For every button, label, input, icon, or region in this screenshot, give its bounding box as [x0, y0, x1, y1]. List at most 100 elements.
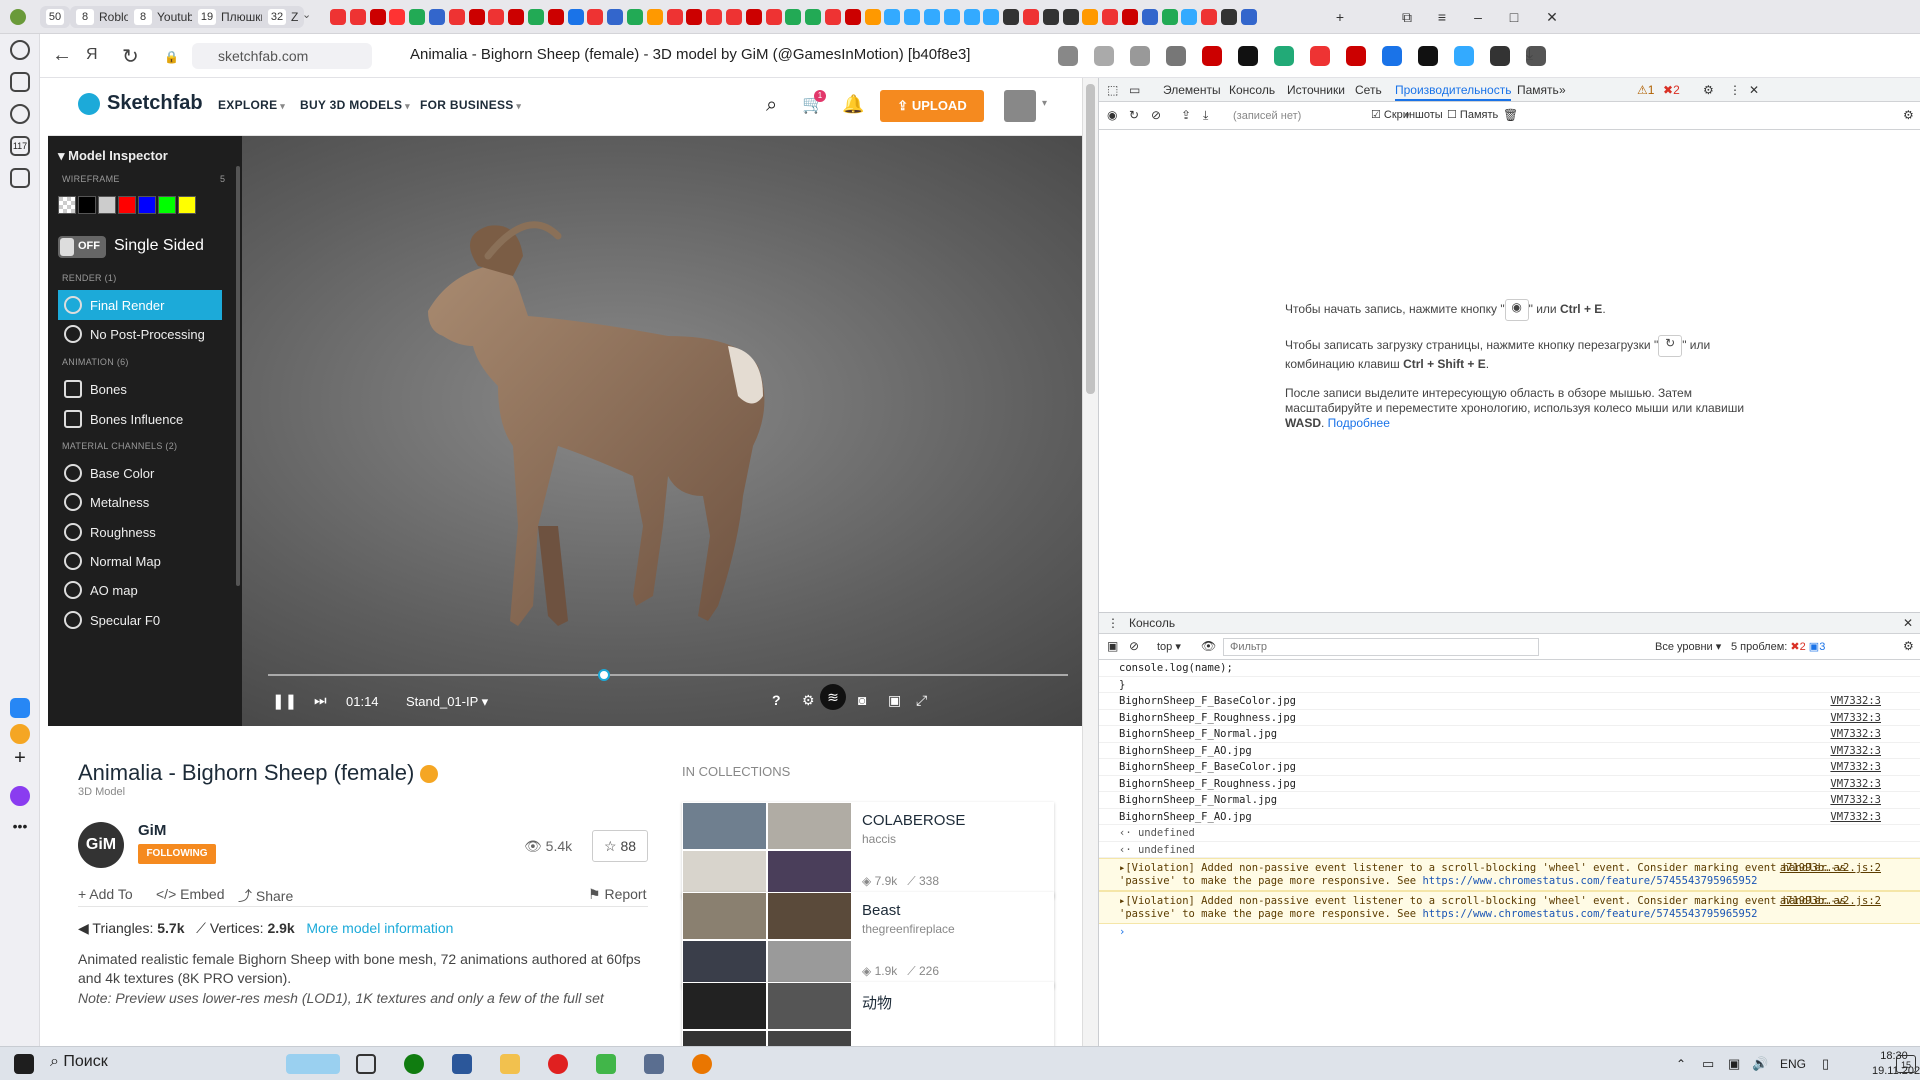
- errors-count[interactable]: ✖2: [1663, 83, 1680, 97]
- log-source-link[interactable]: VM7332:3: [1830, 776, 1881, 793]
- vk-icon[interactable]: [10, 698, 30, 718]
- violation-link[interactable]: https://www.chromestatus.com/feature/574…: [1422, 908, 1757, 920]
- pinned-tab-favicon-icon[interactable]: [924, 9, 940, 25]
- next-animation-icon[interactable]: ⏭: [314, 692, 327, 709]
- wireframe-color-transparent[interactable]: [58, 196, 76, 214]
- tray-volume-icon[interactable]: 🔊: [1752, 1056, 1768, 1072]
- windows-start-icon[interactable]: [14, 1054, 34, 1074]
- notifications-icon[interactable]: 🔔: [842, 94, 864, 115]
- pinned-tab-favicon-icon[interactable]: [646, 9, 663, 25]
- collection-user[interactable]: thegreenfireplace: [862, 922, 955, 936]
- device-toolbar-icon[interactable]: ▭: [1129, 83, 1140, 97]
- anim-bones[interactable]: Bones: [58, 374, 222, 404]
- collection-card[interactable]: Beast thegreenfireplace ◈ 1.9k ⟋ 226: [682, 892, 1054, 988]
- capture-settings-icon[interactable]: ⚙: [1903, 108, 1914, 122]
- pinned-tab-favicon-icon[interactable]: [686, 9, 703, 25]
- more-icon[interactable]: •••: [10, 818, 30, 838]
- pinned-tab-favicon-icon[interactable]: [666, 9, 683, 25]
- notification-center-icon[interactable]: 15: [1896, 1055, 1916, 1073]
- browser-extension-icon[interactable]: [1418, 46, 1438, 66]
- taskbar-search[interactable]: ⌕ Поиск: [50, 1053, 280, 1075]
- browser-extension-icon[interactable]: [1382, 46, 1402, 66]
- pinned-tab-favicon-icon[interactable]: [468, 9, 485, 25]
- browser-extension-icon[interactable]: [1490, 46, 1510, 66]
- nav-buy-3d-models[interactable]: BUY 3D MODELS: [300, 98, 410, 112]
- live-expression-eye-icon[interactable]: 👁: [1201, 639, 1216, 653]
- log-source-link[interactable]: VM7332:3: [1830, 792, 1881, 809]
- vr-icon[interactable]: ◙: [858, 692, 866, 708]
- xbox-icon[interactable]: [404, 1054, 424, 1074]
- record-icon[interactable]: ◉: [1107, 108, 1117, 122]
- inspector-title[interactable]: ▾ Model Inspector: [58, 148, 168, 164]
- tab-memory[interactable]: Память: [1517, 83, 1559, 97]
- powershell-icon[interactable]: [452, 1054, 472, 1074]
- tray-network-icon[interactable]: ▭: [1702, 1056, 1714, 1072]
- blender-icon[interactable]: [692, 1054, 712, 1074]
- calendar-icon[interactable]: 117: [10, 136, 30, 156]
- pinned-tab-favicon-icon[interactable]: [567, 9, 584, 25]
- pinned-tab-favicon-icon[interactable]: [369, 9, 386, 25]
- tab-console[interactable]: Консоль: [1229, 83, 1275, 97]
- media-icon[interactable]: [10, 104, 30, 124]
- pause-icon[interactable]: ❚❚: [272, 692, 297, 710]
- pinned-tab-favicon-icon[interactable]: [904, 9, 921, 25]
- pinned-tab-favicon-icon[interactable]: [587, 9, 604, 25]
- nav-for-business[interactable]: FOR BUSINESS: [420, 98, 521, 112]
- console-settings-icon[interactable]: ⚙: [1903, 639, 1914, 653]
- report-button[interactable]: ⚑ Report: [588, 886, 646, 903]
- garbage-collect-icon[interactable]: 🗑: [1503, 108, 1518, 122]
- console-violation[interactable]: ▸[Violation] Added non-passive event lis…: [1099, 858, 1920, 891]
- collection-card[interactable]: COLABEROSE haccis ◈ 7.9k ⟋ 338: [682, 802, 1054, 898]
- collection-name[interactable]: 动物: [862, 992, 892, 1013]
- tray-display-icon[interactable]: ▣: [1728, 1056, 1740, 1072]
- tray-battery-icon[interactable]: ▯: [1822, 1056, 1829, 1072]
- pinned-tab-favicon-icon[interactable]: [765, 9, 782, 25]
- collection-name[interactable]: COLABEROSE: [862, 812, 965, 829]
- clear-console-icon[interactable]: ⊘: [1129, 639, 1139, 653]
- search-icon[interactable]: ⌕: [766, 94, 777, 117]
- weather-widget-icon[interactable]: [286, 1054, 340, 1074]
- pinned-tab-favicon-icon[interactable]: [1201, 9, 1218, 25]
- console-violation[interactable]: ▸[Violation] Added non-passive event lis…: [1099, 891, 1920, 924]
- yandex-icon[interactable]: Я: [86, 46, 98, 64]
- devtools-settings-icon[interactable]: ⚙: [1703, 83, 1714, 97]
- close-window-button[interactable]: ✕: [1540, 6, 1564, 28]
- mat-metalness[interactable]: Metalness: [58, 487, 222, 517]
- pinned-tab-favicon-icon[interactable]: [805, 9, 822, 25]
- more-model-information-link[interactable]: More model information: [306, 920, 453, 936]
- pinned-tab-favicon-icon[interactable]: [1003, 9, 1020, 25]
- author-avatar[interactable]: GiM: [78, 822, 124, 868]
- pinned-tab-favicon-icon[interactable]: [884, 9, 901, 25]
- clear-icon[interactable]: ⊘: [1151, 108, 1161, 122]
- page-scrollbar[interactable]: [1082, 78, 1098, 1046]
- log-source-link[interactable]: VM7332:3: [1830, 743, 1881, 760]
- inspect-element-icon[interactable]: ⬚: [1107, 83, 1118, 97]
- tab-elements[interactable]: Элементы: [1163, 83, 1221, 97]
- pinned-tab-favicon-icon[interactable]: [607, 9, 624, 25]
- task-view-icon[interactable]: [356, 1054, 376, 1074]
- pinned-tab-favicon-icon[interactable]: [429, 9, 445, 25]
- log-source-link[interactable]: VM7332:3: [1830, 726, 1881, 743]
- reload-record-icon[interactable]: ↻: [1129, 108, 1139, 122]
- upload-button[interactable]: ⇪ UPLOAD: [880, 90, 984, 122]
- pinned-tab-favicon-icon[interactable]: [547, 9, 564, 25]
- pinned-tab-favicon-icon[interactable]: [983, 9, 1000, 25]
- browser-extension-icon[interactable]: [1130, 46, 1150, 66]
- sidebar-toggle-icon[interactable]: ▣: [1107, 639, 1118, 653]
- pinned-tab-favicon-icon[interactable]: [1042, 9, 1059, 25]
- maximize-button[interactable]: □: [1502, 6, 1526, 28]
- mat-normal-map[interactable]: Normal Map: [58, 546, 222, 576]
- pinned-tab-favicon-icon[interactable]: [1102, 9, 1119, 25]
- browser-extension-icon[interactable]: [1274, 46, 1294, 66]
- pinned-tab-favicon-icon[interactable]: [1082, 9, 1099, 25]
- screenshot-icon[interactable]: [10, 168, 30, 188]
- browser-extension-icon[interactable]: [1202, 46, 1222, 66]
- browser-extension-icon[interactable]: [1310, 46, 1330, 66]
- embed-button[interactable]: </> Embed: [156, 886, 225, 902]
- user-avatar[interactable]: [1004, 90, 1036, 122]
- screenshots-checkbox[interactable]: ☑ Скриншоты: [1371, 108, 1443, 121]
- pinned-tab-favicon-icon[interactable]: [1181, 9, 1198, 25]
- collections-icon[interactable]: ⧉: [1395, 6, 1419, 28]
- console-prompt[interactable]: ›: [1099, 924, 1920, 941]
- downloads-icon[interactable]: ⤓: [1526, 46, 1533, 64]
